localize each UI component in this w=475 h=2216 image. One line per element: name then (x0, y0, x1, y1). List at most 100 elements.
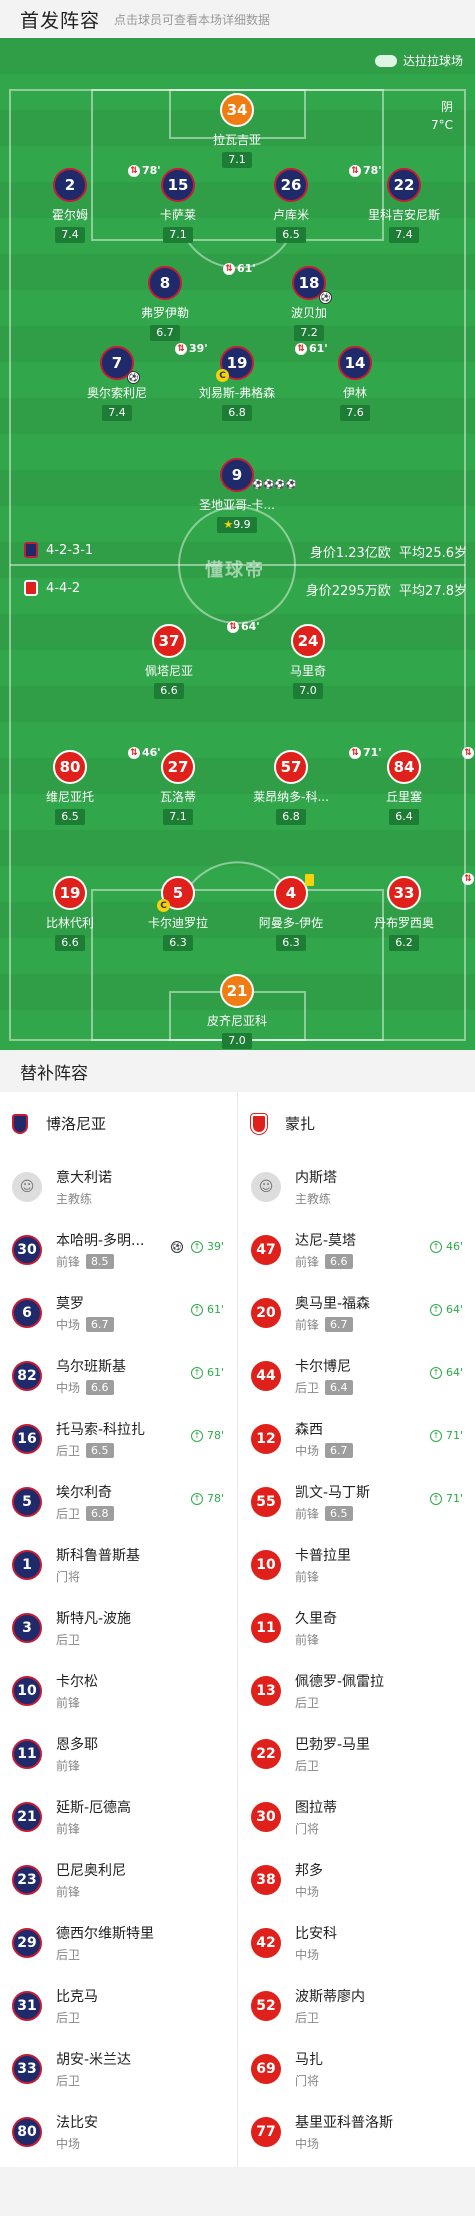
away-coach-row[interactable]: ☺ 内斯塔 主教练 (239, 1155, 475, 1218)
sub-player-row[interactable]: 20 奥马里-福森 前锋 6.7 ↑ 64' (239, 1281, 475, 1344)
sub-player-number: 47 (251, 1234, 281, 1265)
sub-player-row[interactable]: 52 波斯蒂廖内 后卫 (239, 1974, 475, 2037)
sub-player-row[interactable]: 29 德西尔维斯特里 后卫 (0, 1911, 236, 1974)
sub-player-row[interactable]: 80 法比安 中场 (0, 2100, 236, 2163)
mvp-star-icon: ★ (223, 518, 234, 531)
player-number-badge: 37 ⇅ 64' (152, 620, 260, 658)
sub-player-name: 奥马里-福森 (295, 1295, 371, 1312)
sub-player-row[interactable]: 1 斯科鲁普斯基 门将 (0, 1533, 236, 1596)
sub-player-row[interactable]: 22 巴勃罗-马里 后卫 (239, 1722, 475, 1785)
sub-player-number: 33 (12, 2053, 42, 2084)
home-player[interactable]: 19 ⇅ 61' C 刘易斯-弗格森 6.8 (182, 342, 328, 421)
player-number: 18 (298, 274, 320, 292)
watermark: 懂球帝 (205, 560, 265, 581)
player-rating: 6.3 (276, 935, 306, 951)
sub-player-number: 55 (251, 1486, 281, 1517)
page-subtitle: 点击球员可查看本场详细数据 (114, 12, 271, 27)
sub-player-row[interactable]: 82 乌尔班斯基 中场 6.6 ↑ 61' (0, 1344, 236, 1407)
player-rating-value: 7.4 (395, 228, 413, 241)
home-player[interactable]: 34 拉瓦吉亚 7.1 (182, 93, 292, 168)
away-player[interactable]: 57 ⇅ 71' 莱昂纳多-科... 6.8 (236, 746, 382, 825)
sub-player-number: 22 (251, 1738, 281, 1769)
home-player[interactable]: 7 ⇅ 39' ⚽ 奥尔索利尼 7.4 (62, 342, 208, 421)
sub-player-row[interactable]: 77 基里亚科普洛斯 中场 (239, 2100, 475, 2163)
sub-player-number: 11 (12, 1738, 42, 1769)
sub-player-row[interactable]: 69 马扎 门将 (239, 2037, 475, 2100)
away-player[interactable]: 33 ⇅64' 丹布罗西奥 6.2 (349, 872, 474, 951)
player-rating-value: 7.1 (169, 810, 187, 823)
sub-player-rating: 6.7 (86, 1316, 114, 1332)
home-player[interactable]: 15 卡萨莱 7.1 (123, 168, 233, 243)
sub-player-number: 23 (12, 1864, 42, 1895)
yellow-card-icon (305, 874, 314, 886)
away-player[interactable]: 37 ⇅ 64' 佩塔尼亚 6.6 (114, 620, 260, 699)
player-number-badge: 8 ⇅ 61' (148, 262, 256, 300)
away-player[interactable]: 27 瓦洛蒂 7.1 (123, 750, 233, 825)
away-player[interactable]: 80 ⇅ 46' 维尼亚托 6.5 (15, 746, 161, 825)
player-rating-value: 7.0 (299, 684, 317, 697)
player-number: 27 (167, 758, 189, 776)
home-coach-row[interactable]: ☺ 意大利诺 主教练 (0, 1155, 236, 1218)
sub-player-row[interactable]: 6 莫罗 中场 6.7 ↑ 61' (0, 1281, 236, 1344)
sub-player-position: 门将 (295, 1821, 320, 1836)
home-team-row[interactable]: 博洛尼亚 (0, 1092, 236, 1155)
sub-player-number: 38 (251, 1864, 281, 1895)
sub-player-row[interactable]: 12 森西 中场 6.7 ↑ 71' (239, 1407, 475, 1470)
away-team-row[interactable]: 蒙扎 (239, 1092, 475, 1155)
home-player[interactable]: 18 ⚽ 波贝加 7.2 (254, 266, 364, 341)
player-name: 伊林 (342, 386, 367, 400)
away-player[interactable]: 84 ⇅71' 丘里塞 6.4 (349, 746, 474, 825)
away-player[interactable]: 4 阿曼多-伊佐 6.3 (236, 874, 346, 951)
sub-on-arrow-icon: ↑ (190, 1240, 203, 1253)
home-coach-role: 主教练 (56, 1191, 93, 1206)
sub-player-row[interactable]: 13 佩德罗-佩雷拉 后卫 (239, 1659, 475, 1722)
player-number-badge: 9 ⚽⚽⚽⚽ (220, 458, 297, 492)
sub-player-row[interactable]: 31 比克马 后卫 (0, 1974, 236, 2037)
away-player[interactable]: 5 C 卡尔迪罗拉 6.3 (123, 876, 233, 951)
sub-player-row[interactable]: 10 卡普拉里 前锋 (239, 1533, 475, 1596)
home-player[interactable]: 14 伊林 7.6 (300, 346, 410, 421)
player-rating: 6.8 (276, 809, 306, 825)
sub-player-row[interactable]: 55 凯文-马丁斯 前锋 6.5 ↑ 71' (239, 1470, 475, 1533)
player-name: 刘易斯-弗格森 (198, 386, 276, 400)
home-player[interactable]: 8 ⇅ 61' 弗罗伊勒 6.7 (110, 262, 256, 341)
player-rating-value: 6.4 (395, 810, 413, 823)
sub-player-name: 斯科鲁普斯基 (56, 1547, 140, 1564)
sub-player-row[interactable]: 38 邦多 中场 (239, 1848, 475, 1911)
sub-player-row[interactable]: 30 本哈明-多明... 前锋 8.5 ⚽ ↑ 39' (0, 1218, 236, 1281)
home-player[interactable]: 22 里科吉安尼斯 7.4 (349, 168, 459, 243)
sub-player-row[interactable]: 21 延斯-厄德高 前锋 (0, 1785, 236, 1848)
sub-player-position: 前锋 (295, 1317, 320, 1332)
sub-player-number: 82 (12, 1360, 42, 1391)
player-rating-value: 6.5 (61, 810, 79, 823)
sub-player-row[interactable]: 33 胡安-米兰达 后卫 (0, 2037, 236, 2100)
sub-player-row[interactable]: 5 埃尔利奇 后卫 6.8 ↑ 78' (0, 1470, 236, 1533)
player-number-badge: 21 (220, 974, 254, 1008)
sub-on-minute: 61' (206, 1366, 224, 1379)
sub-player-row[interactable]: 47 达尼-莫塔 前锋 6.6 ↑ 46' (239, 1218, 475, 1281)
sub-player-row[interactable]: 10 卡尔松 前锋 (0, 1659, 236, 1722)
away-player[interactable]: 21 皮齐尼亚科 7.0 (182, 974, 292, 1049)
away-player[interactable]: 24 马里奇 7.0 (253, 624, 363, 699)
sub-player-row[interactable]: 11 久里奇 前锋 (239, 1596, 475, 1659)
sub-player-row[interactable]: 3 斯特凡-波施 后卫 (0, 1596, 236, 1659)
home-player[interactable]: 26 ⇅ 78' 卢库米 6.5 (236, 164, 382, 243)
sub-minute: 61' (237, 262, 256, 275)
sub-player-number: 16 (12, 1423, 42, 1454)
home-player[interactable]: 2 ⇅ 78' 霍尔姆 7.4 (15, 164, 161, 243)
sub-player-position: 前锋 (295, 1569, 320, 1584)
home-player[interactable]: 9 ⚽⚽⚽⚽ 圣地亚哥-卡... ★9.9 (182, 458, 297, 533)
away-player[interactable]: 19 比林代利 6.6 (15, 876, 125, 951)
sub-player-position: 后卫 (295, 2010, 320, 2025)
sub-player-position: 中场 (295, 1884, 320, 1899)
sub-player-row[interactable]: 30 图拉蒂 门将 (239, 1785, 475, 1848)
sub-player-rating: 6.6 (325, 1253, 353, 1269)
sub-player-row[interactable]: 23 巴尼奥利尼 前锋 (0, 1848, 236, 1911)
sub-player-row[interactable]: 42 比安科 中场 (239, 1911, 475, 1974)
sub-player-position: 后卫 (56, 1632, 81, 1647)
sub-player-row[interactable]: 16 托马索-科拉扎 后卫 6.5 ↑ 78' (0, 1407, 236, 1470)
sub-on-arrow-icon: ↑ (190, 1366, 203, 1379)
sub-player-row[interactable]: 44 卡尔博尼 后卫 6.4 ↑ 64' (239, 1344, 475, 1407)
player-rating-value: 7.4 (61, 228, 79, 241)
sub-player-row[interactable]: 11 恩多耶 前锋 (0, 1722, 236, 1785)
